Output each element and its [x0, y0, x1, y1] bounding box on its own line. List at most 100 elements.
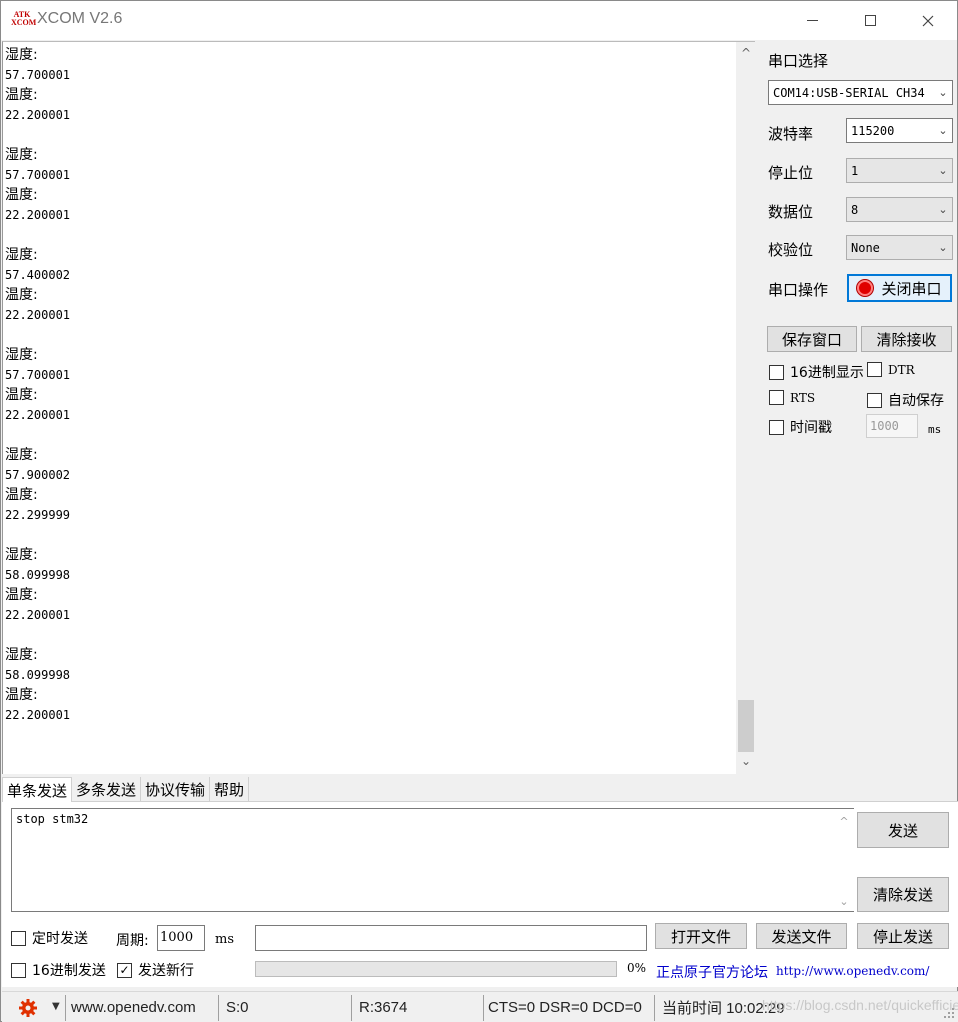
hex-display-label: 16进制显示: [790, 365, 864, 381]
receive-line: [5, 225, 70, 245]
receive-line: 温度:: [5, 587, 38, 603]
scroll-down-icon[interactable]: ⌄: [736, 750, 755, 772]
send-scrollbar[interactable]: ^ ⌄: [834, 809, 854, 911]
maximize-button[interactable]: [841, 1, 899, 40]
send-button[interactable]: 发送: [857, 812, 949, 848]
checkbox-icon: [769, 364, 784, 380]
baud-select[interactable]: 115200 ⌄: [846, 118, 953, 143]
caret-down-icon[interactable]: ▼: [52, 1001, 60, 1012]
auto-save-checkbox[interactable]: 自动保存: [867, 390, 944, 410]
timestamp-label: 时间戳: [790, 420, 832, 436]
receive-line: 58.099998: [5, 668, 71, 682]
close-port-button[interactable]: 关闭串口: [847, 274, 952, 302]
checkbox-icon: [867, 362, 882, 377]
receive-line: 57.700001: [5, 368, 71, 382]
receive-line: 22.200001: [5, 108, 71, 122]
minimize-button[interactable]: [783, 1, 841, 40]
timestamp-unit: ms: [928, 423, 942, 436]
status-divider: [65, 995, 66, 1021]
receive-line: 湿度:: [5, 147, 38, 163]
receive-line: 湿度:: [5, 47, 38, 63]
stop-bits-value: 1: [851, 163, 859, 178]
timestamp-checkbox[interactable]: 时间戳: [769, 417, 832, 437]
parity-label: 校验位: [768, 241, 814, 259]
forum-link[interactable]: http://www.openedv.com/: [776, 964, 929, 978]
receive-line: 温度:: [5, 487, 38, 503]
receive-line: 湿度:: [5, 547, 38, 563]
hex-send-label: 16进制发送: [32, 963, 106, 979]
gear-icon[interactable]: [18, 998, 38, 1018]
tab-bar: 单条发送 多条发送 协议传输 帮助: [2, 777, 250, 802]
rts-label: RTS: [790, 390, 816, 405]
save-window-button[interactable]: 保存窗口: [767, 326, 857, 352]
clear-receive-button[interactable]: 清除接收: [861, 326, 952, 352]
status-divider: [218, 995, 219, 1021]
dtr-checkbox[interactable]: DTR: [867, 362, 915, 377]
stop-bits-select[interactable]: 1 ⌄: [846, 158, 953, 183]
receive-line: 22.200001: [5, 208, 71, 222]
receive-area[interactable]: 湿度: 57.700001 温度: 22.200001 湿度: 57.700001 温度: 2…: [2, 41, 755, 774]
app-logo: ATK XCOM: [11, 10, 37, 27]
scroll-thumb[interactable]: [738, 700, 754, 752]
receive-line: 57.900002: [5, 468, 71, 482]
rts-checkbox[interactable]: RTS: [769, 390, 815, 405]
receive-line: 22.200001: [5, 308, 71, 322]
receive-line: [5, 525, 70, 545]
resize-grip-icon[interactable]: [942, 1006, 956, 1020]
receive-scrollbar[interactable]: ^ ⌄: [736, 42, 755, 774]
send-newline-checkbox[interactable]: ✓ 发送新行: [117, 960, 194, 980]
port-select-label: 串口选择: [768, 52, 829, 70]
status-bar: ▼ www.openedv.com S:0 R:3674 CTS=0 DSR=0…: [2, 991, 958, 1022]
period-input[interactable]: 1000: [157, 925, 205, 951]
receive-line: 温度:: [5, 287, 38, 303]
receive-line: 温度:: [5, 387, 38, 403]
receive-line: 57.700001: [5, 68, 71, 82]
close-button[interactable]: [899, 1, 957, 40]
file-path-input[interactable]: [255, 925, 647, 951]
stop-send-button[interactable]: 停止发送: [857, 923, 949, 949]
auto-save-label: 自动保存: [888, 393, 944, 409]
period-label: 周期:: [116, 933, 149, 949]
close-icon: [922, 15, 934, 26]
data-bits-select[interactable]: 8 ⌄: [846, 197, 953, 222]
scroll-down-icon[interactable]: ⌄: [834, 891, 854, 911]
close-port-label: 关闭串口: [881, 279, 942, 298]
timestamp-interval-input[interactable]: 1000: [866, 414, 918, 438]
scroll-up-icon[interactable]: ^: [736, 42, 755, 64]
baud-select-value: 115200: [851, 123, 895, 138]
status-sent-count: S:0: [226, 999, 249, 1016]
port-select-value: COM14:USB-SERIAL CH34: [773, 85, 925, 100]
parity-select[interactable]: None ⌄: [846, 235, 953, 260]
app-window: ATK XCOM XCOM V2.6 湿度: 57.700001 温度: 22.2000…: [0, 0, 958, 1022]
clear-send-button[interactable]: 清除发送: [857, 877, 949, 912]
dtr-label: DTR: [888, 362, 915, 377]
port-select[interactable]: COM14:USB-SERIAL CH34 ⌄: [768, 80, 953, 105]
tab-protocol[interactable]: 协议传输: [141, 777, 211, 801]
receive-line: 22.299999: [5, 508, 71, 522]
chevron-down-icon: ⌄: [938, 203, 948, 216]
hex-display-checkbox[interactable]: 16进制显示: [769, 362, 864, 382]
status-divider: [351, 995, 352, 1021]
forum-label: 正点原子官方论坛: [656, 965, 768, 981]
receive-line: 57.400002: [5, 268, 71, 282]
status-divider: [483, 995, 484, 1021]
receive-line: 温度:: [5, 187, 38, 203]
send-file-button[interactable]: 发送文件: [756, 923, 847, 949]
window-title: XCOM V2.6: [37, 10, 123, 27]
chevron-down-icon: ⌄: [938, 124, 948, 137]
timed-send-checkbox[interactable]: 定时发送: [11, 928, 88, 948]
tab-single-send[interactable]: 单条发送: [2, 777, 73, 802]
tab-multi-send[interactable]: 多条发送: [72, 777, 142, 801]
scroll-up-icon[interactable]: ^: [834, 811, 854, 831]
hex-send-checkbox[interactable]: 16进制发送: [11, 960, 106, 980]
receive-line: 温度:: [5, 687, 38, 703]
checkbox-icon: [769, 390, 784, 405]
title-bar: ATK XCOM XCOM V2.6: [1, 1, 957, 40]
receive-line: [5, 425, 70, 445]
stop-bits-label: 停止位: [768, 164, 814, 182]
open-file-button[interactable]: 打开文件: [655, 923, 747, 949]
checkbox-icon: [867, 392, 882, 408]
send-input[interactable]: stop stm32 ^ ⌄: [11, 808, 854, 912]
chevron-down-icon: ⌄: [938, 86, 948, 99]
tab-help[interactable]: 帮助: [210, 777, 250, 801]
